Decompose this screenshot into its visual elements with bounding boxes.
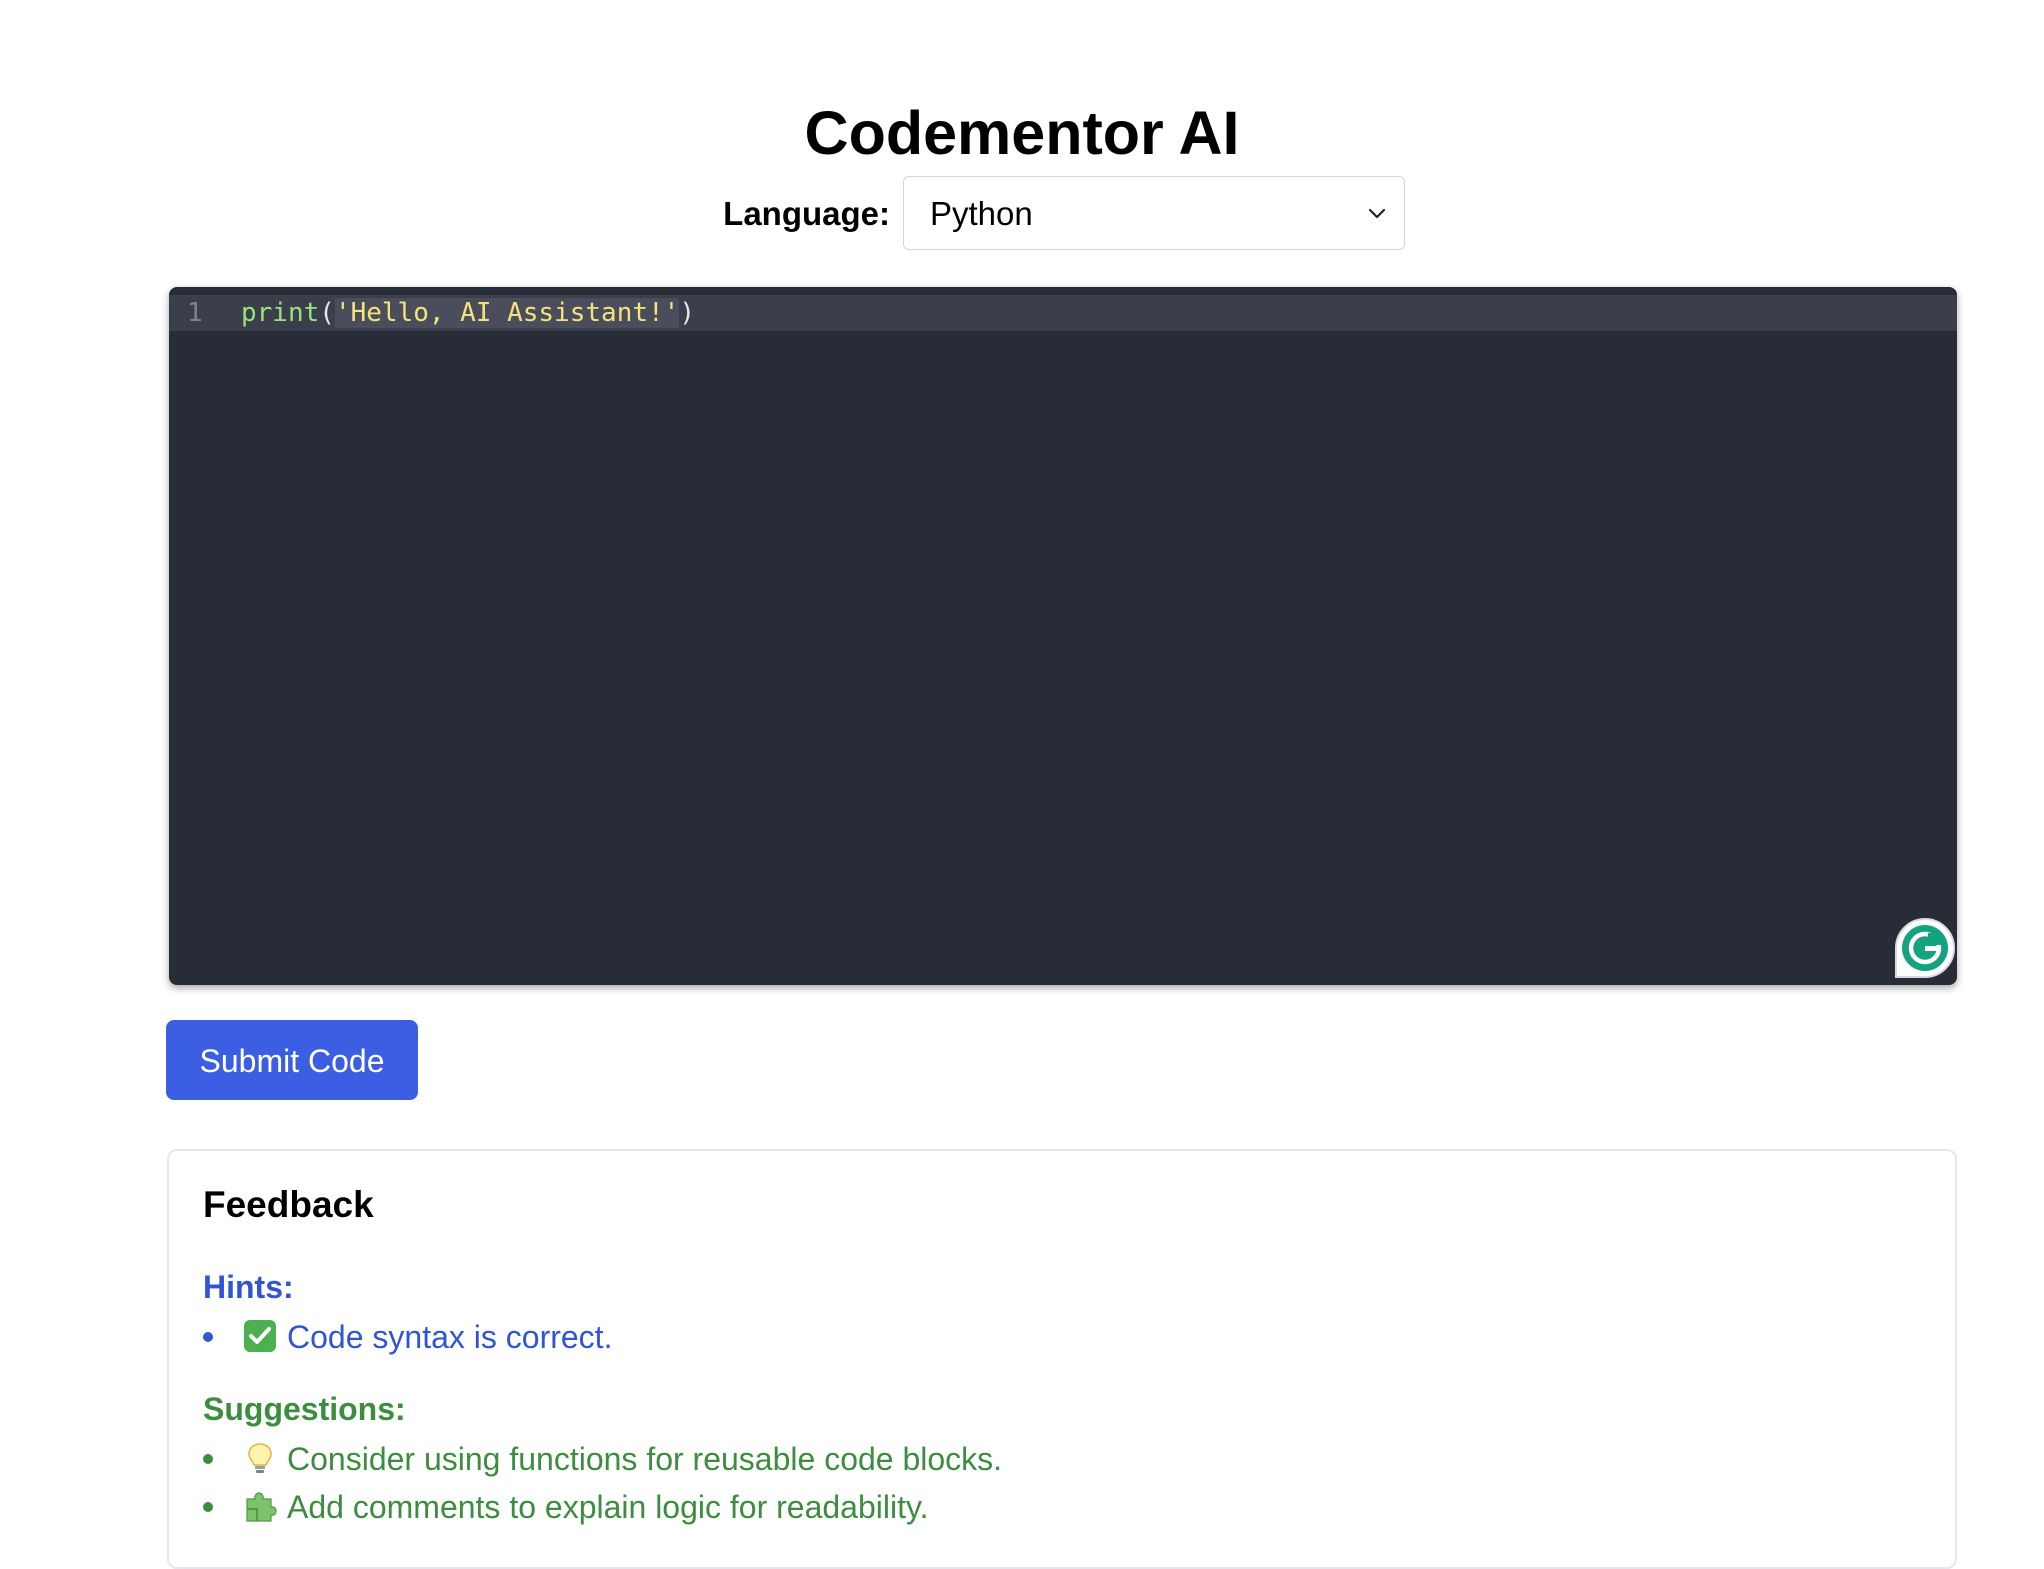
suggestions-title: Suggestions: [203,1391,406,1427]
suggestion-text: Add comments to explain logic for readab… [287,1489,929,1525]
grammarly-logo-icon [1902,925,1948,971]
suggestion-text: Consider using functions for reusable co… [287,1441,1003,1477]
hints-title: Hints: [203,1269,294,1305]
puzzle-piece-icon [246,1492,277,1522]
bullet-icon [203,1454,213,1464]
language-label: Language: [723,195,890,232]
hint-item: Code syntax is correct. [203,1313,903,1361]
code-paren-token: ) [679,298,695,328]
grammarly-icon[interactable] [1895,918,1955,978]
chevron-down-icon [1368,208,1386,219]
bullet-icon [203,1502,213,1512]
code-paren-token: ( [319,298,335,328]
language-select[interactable]: Python [903,176,1405,250]
feedback-title: Feedback [203,1184,374,1225]
suggestion-item: Add comments to explain logic for readab… [203,1483,1203,1531]
language-select-value: Python [930,195,1033,232]
lightbulb-icon [248,1443,272,1473]
code-function-token: print [241,298,320,328]
line-number: 1 [187,298,203,328]
language-row: Language: Python [0,176,2044,252]
submit-code-button[interactable]: Submit Code [166,1020,418,1100]
suggestion-item: Consider using functions for reusable co… [203,1435,1203,1483]
check-mark-icon [244,1320,276,1352]
feedback-panel: Feedback Hints: Code syntax is correct. … [167,1149,1957,1569]
bullet-icon [203,1332,213,1342]
hint-text: Code syntax is correct. [287,1319,613,1355]
page-title: Codementor AI [804,98,1240,167]
code-editor[interactable]: 1 print('Hello, AI Assistant!') [169,287,1957,985]
code-string-token: 'Hello, AI Assistant!' [334,298,680,328]
code-line[interactable]: print('Hello, AI Assistant!') [241,295,695,331]
